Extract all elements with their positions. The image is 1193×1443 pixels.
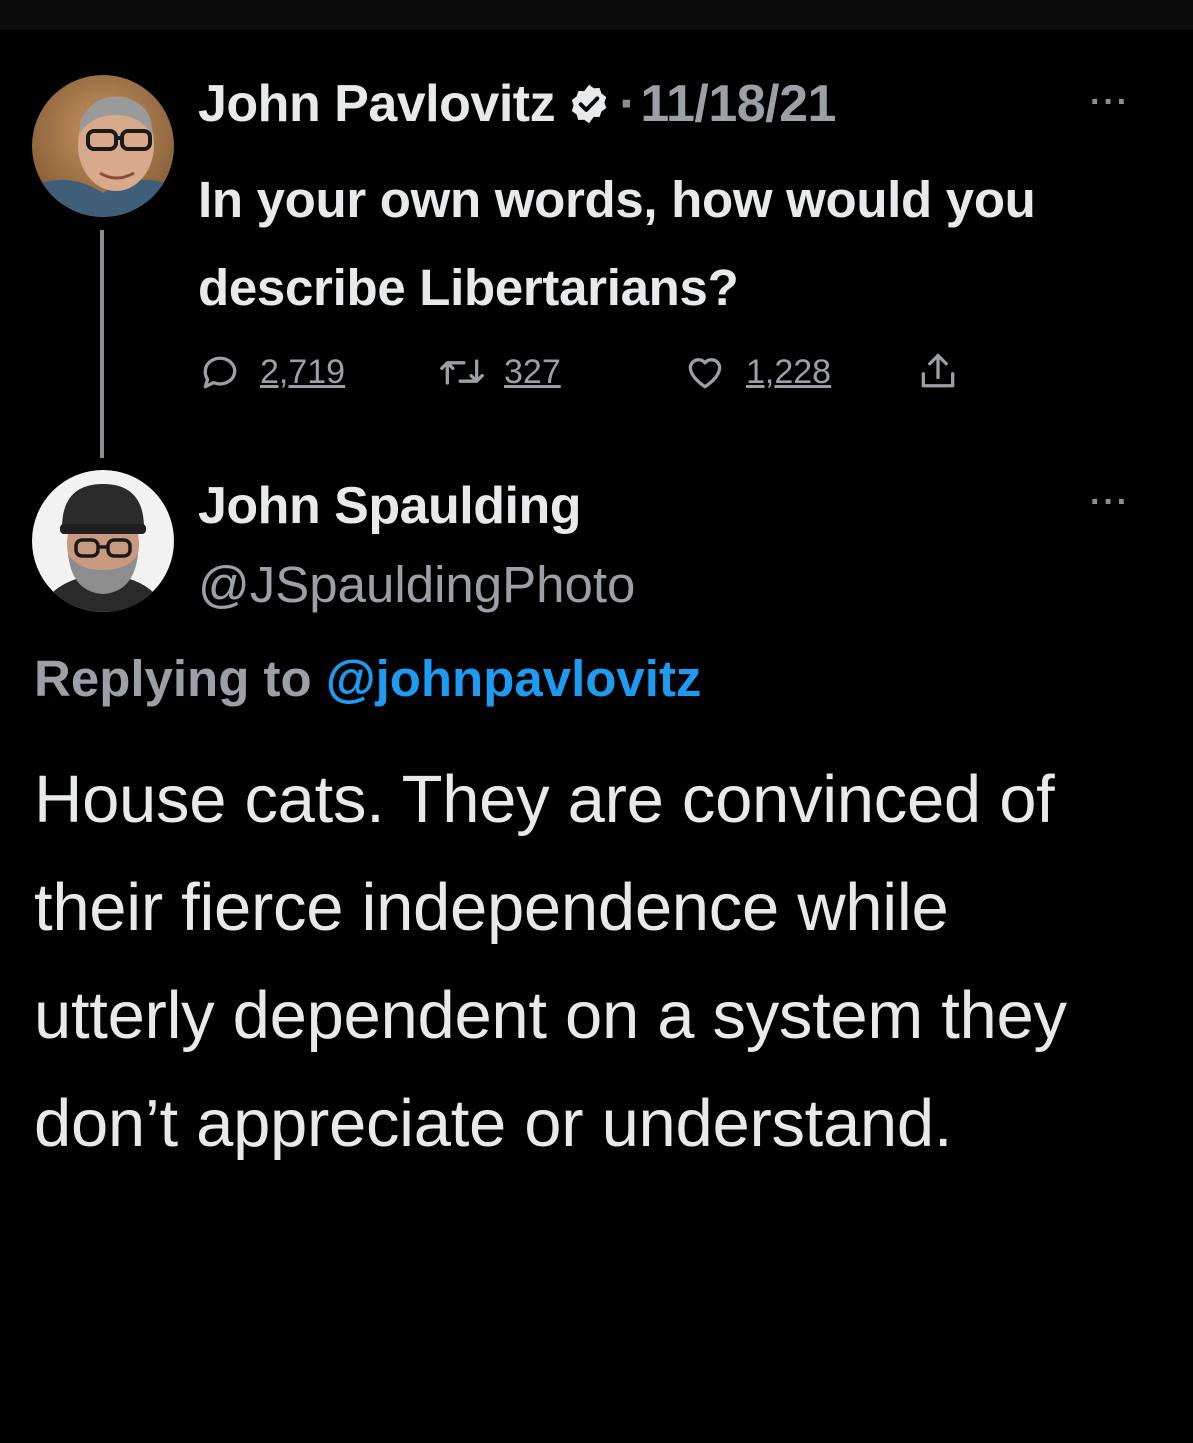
more-dots-icon[interactable]: ··· [1080, 482, 1140, 522]
share-icon [921, 353, 955, 388]
tweet-text: In your own words, how would you describ… [198, 171, 1036, 316]
thread-connector-line [100, 230, 104, 458]
retweet-count: 327 [504, 352, 561, 391]
avatar-john-pavlovitz[interactable] [32, 75, 174, 217]
replying-to-label: Replying to [34, 650, 312, 707]
reply-count: 2,719 [260, 352, 346, 391]
avatar-john-spaulding[interactable] [32, 470, 174, 612]
top-edge-strip [0, 0, 1193, 30]
reply-bubble-icon [203, 356, 237, 389]
heart-icon [688, 358, 722, 389]
retweet-icon [440, 359, 484, 385]
more-dots-icon[interactable]: ··· [1080, 82, 1140, 122]
author-name[interactable]: John Pavlovitz [198, 72, 556, 136]
like-button[interactable]: 1,228 [682, 344, 831, 400]
reply-author-handle[interactable]: @JSpauldingPhoto [198, 553, 635, 617]
like-count: 1,228 [746, 352, 832, 391]
replying-to-handle-link[interactable]: @johnpavlovitz [326, 650, 702, 707]
tweet-actions: 2,719 327 1,228 [198, 344, 998, 400]
retweet-button[interactable]: 327 [438, 344, 561, 400]
avatar-image [32, 75, 174, 217]
replying-to-line: Replying to @johnpavlovitz [34, 646, 701, 712]
verified-badge-icon [567, 82, 611, 126]
tweet-header: John Pavlovitz · 11/18/21 [198, 72, 836, 136]
reply-text: House cats. They are convinced of their … [34, 762, 1067, 1161]
separator-dot: · [619, 75, 637, 133]
share-button[interactable] [916, 344, 960, 400]
avatar-image [32, 470, 174, 612]
tweet-date[interactable]: 11/18/21 [640, 72, 836, 136]
reply-button[interactable]: 2,719 [198, 344, 345, 400]
reply-author-name[interactable]: John Spaulding [198, 474, 581, 538]
